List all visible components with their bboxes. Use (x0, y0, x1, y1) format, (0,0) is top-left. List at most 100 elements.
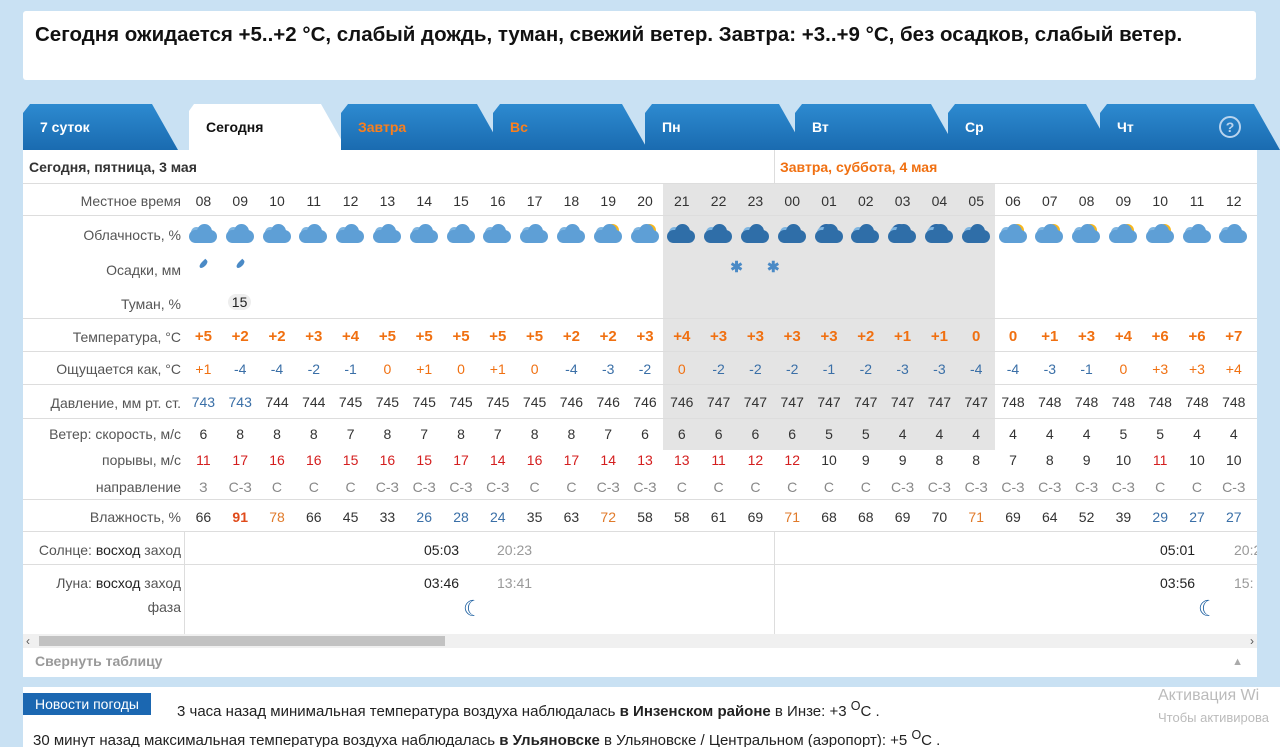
pressure-cell: 745 (375, 394, 400, 410)
scroll-left-icon[interactable]: ‹ (26, 634, 30, 648)
activation-watermark: Активация Wi (1158, 687, 1260, 704)
pressure-cell: 747 (743, 394, 768, 410)
label-phase: фаза (147, 599, 181, 615)
moon-phase-icon: ☾ (1198, 596, 1218, 621)
wind-speed-cell: 6 (677, 426, 686, 442)
wind-speed-cell: 6 (714, 426, 723, 442)
cloudy-icon (481, 222, 513, 244)
gust-cell: 9 (898, 452, 907, 468)
feels-like-cell: -4 (969, 361, 983, 377)
tab-monday[interactable]: Пн (645, 104, 805, 150)
wind-speed-cell: 4 (972, 426, 981, 442)
hour-cell: 06 (1005, 193, 1021, 209)
humidity-cell: 78 (269, 509, 285, 525)
temperature-cell: +3 (746, 328, 764, 345)
news-unit: O (911, 728, 922, 742)
wind-speed-cell: 5 (861, 426, 870, 442)
day-tabs: 7 суток Сегодня Завтра Вс Пн Вт Ср Чт ? (23, 104, 1257, 150)
moonset-tomorrow: 15: (1234, 575, 1254, 591)
night-cloud-icon (960, 222, 992, 244)
wind-direction-cell: С-З (890, 479, 915, 495)
tab-7-days[interactable]: 7 суток (23, 104, 178, 150)
hour-cell: 18 (563, 193, 580, 209)
temperature-cell: +3 (820, 328, 838, 345)
hour-cell: 11 (1189, 193, 1205, 209)
temperature-cell: +7 (1225, 328, 1243, 345)
hour-cell: 08 (195, 193, 212, 209)
gust-cell: 11 (711, 452, 726, 468)
news-tag[interactable]: Новости погоды (23, 693, 151, 715)
humidity-cell: 64 (1042, 509, 1058, 525)
label-column-divider (184, 531, 185, 634)
tab-tomorrow[interactable]: Завтра (341, 104, 503, 150)
scroll-thumb[interactable] (39, 636, 445, 646)
feels-like-cell: +4 (1225, 361, 1242, 377)
help-icon[interactable]: ? (1219, 116, 1241, 138)
hour-cell: 17 (526, 193, 543, 209)
label-time: Местное время (80, 193, 181, 209)
tab-thursday[interactable]: Чт (1100, 104, 1280, 150)
humidity-cell: 29 (1152, 509, 1168, 525)
collapse-arrow-icon[interactable]: ▲ (1232, 656, 1243, 668)
row-divider (23, 318, 1257, 319)
gust-cell: 7 (1009, 452, 1017, 468)
humidity-cell: 66 (195, 509, 212, 525)
feels-like-cell: +3 (1189, 361, 1205, 377)
tab-sunday[interactable]: Вс (493, 104, 648, 150)
hour-cell: 12 (342, 193, 359, 209)
snowflake-icon: ✱ (730, 259, 743, 276)
humidity-cell: 33 (379, 509, 396, 525)
wind-direction-cell: С-З (1038, 479, 1062, 495)
label-wind-speed: Ветер: скорость, м/с (49, 426, 181, 442)
wind-direction-cell: С-З (1001, 479, 1025, 495)
gust-cell: 15 (416, 452, 432, 468)
activation-watermark-sub: Чтобы активирова (1158, 710, 1270, 725)
rain-drop-icon (198, 258, 209, 270)
sunrise-tomorrow: 05:01 (1160, 542, 1196, 558)
pressure-cell: 748 (1038, 394, 1062, 410)
horizontal-scrollbar[interactable]: ‹ › (23, 634, 1257, 648)
temperature-cell: +4 (673, 328, 691, 345)
tab-wednesday[interactable]: Ср (948, 104, 1112, 150)
collapse-table-link[interactable]: Свернуть таблицу (35, 653, 162, 669)
pressure-cell: 745 (522, 394, 547, 410)
cloudy-icon (518, 222, 550, 244)
news-unit: O (850, 699, 861, 713)
wind-speed-cell: 7 (420, 426, 429, 442)
moon-set-label: заход (144, 575, 181, 591)
moonset-today: 13:41 (497, 575, 533, 591)
hour-cell: 13 (379, 193, 396, 209)
wind-direction-cell: С-З (375, 479, 400, 495)
tab-tuesday[interactable]: Вт (795, 104, 957, 150)
news-text: C . (860, 703, 880, 720)
news-text: в Инзе: +3 (770, 703, 851, 720)
feels-like-cell: +1 (489, 361, 506, 377)
temperature-cell: +5 (378, 328, 396, 345)
tab-today[interactable]: Сегодня (189, 104, 347, 150)
forecast-table: Сегодня, пятница, 3 мая Завтра, суббота,… (23, 150, 1257, 677)
hour-cell: 08 (1078, 193, 1095, 209)
hour-cell: 19 (600, 193, 616, 209)
wind-direction-cell: С (566, 479, 577, 495)
temperature-cell: +3 (710, 328, 728, 345)
pressure-cell: 746 (633, 394, 657, 410)
wind-direction-cell: С (1155, 479, 1166, 495)
wind-direction-cell: С-З (633, 479, 657, 495)
humidity-cell: 28 (453, 509, 469, 525)
feels-like-cell: -2 (307, 361, 321, 377)
pressure-cell: 747 (854, 394, 878, 410)
hour-cell: 21 (674, 193, 690, 209)
scroll-right-icon[interactable]: › (1250, 634, 1254, 648)
gust-cell: 12 (747, 452, 764, 468)
cloudy-icon (445, 222, 477, 244)
night-cloud-icon (702, 222, 734, 244)
temperature-cell: +1 (1041, 328, 1059, 345)
gust-cell: 10 (821, 452, 837, 468)
wind-speed-cell: 4 (1193, 426, 1201, 442)
temperature-cell: +2 (268, 328, 286, 345)
gust-cell: 13 (674, 452, 690, 468)
gust-cell: 10 (1115, 452, 1132, 468)
hour-cell: 09 (232, 193, 248, 209)
wind-direction-cell: С-З (1222, 479, 1246, 495)
news-item: 3 часа назад минимальная температура воз… (177, 699, 880, 720)
